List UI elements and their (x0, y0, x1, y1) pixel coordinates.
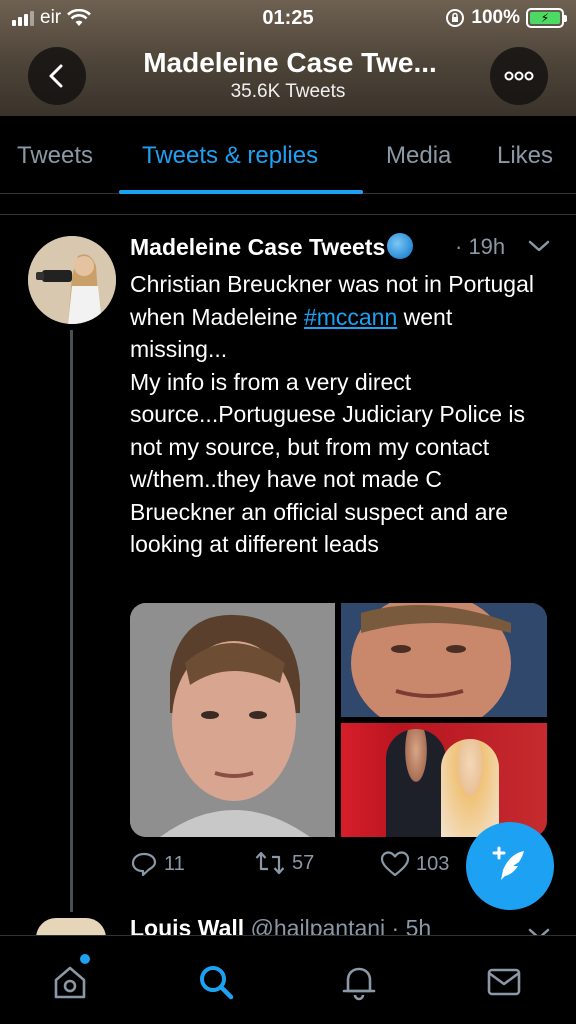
tab-tweets-and-replies[interactable]: Tweets & replies (142, 142, 318, 170)
chevron-left-icon (49, 64, 63, 88)
compose-feather-icon (492, 846, 524, 880)
next-tweet-author[interactable]: Louis Wall @hailpantani · 5h (130, 915, 431, 935)
person-1 (386, 729, 446, 837)
hashtag-link[interactable]: #mccann (304, 304, 397, 330)
profile-tabs: Tweets Tweets & replies Media Likes (0, 116, 576, 194)
retweet-button[interactable]: 57 (254, 850, 314, 876)
more-icon (504, 71, 534, 81)
home-icon (54, 966, 86, 999)
retweet-icon (255, 851, 285, 875)
tab-tweets[interactable]: Tweets (17, 142, 93, 170)
reply-button[interactable]: 11 (130, 850, 185, 878)
more-button[interactable] (490, 47, 548, 105)
tweet-text-after: went missing... My info is from a very d… (130, 303, 526, 558)
tweet-media[interactable] (130, 603, 547, 837)
back-button[interactable] (28, 47, 86, 105)
media-photo-1[interactable] (130, 603, 335, 837)
heart-icon (380, 851, 410, 877)
media-photo-3[interactable] (341, 723, 547, 837)
mail-icon (487, 968, 521, 996)
thread-line (70, 330, 73, 912)
status-right: 100% ⚡ (445, 7, 567, 29)
retweet-count: 57 (292, 851, 315, 874)
avatar[interactable] (28, 236, 116, 324)
new-tweets-dot (80, 954, 90, 964)
tweet-count: 35.6K Tweets (230, 81, 346, 102)
globe-icon (387, 233, 414, 259)
bell-icon (342, 967, 376, 1001)
closeup-image (341, 603, 547, 733)
active-tab-indicator (119, 190, 363, 194)
tweet-author-name: Madeleine Case Tweets (130, 234, 386, 260)
chevron-down-icon[interactable] (527, 238, 551, 254)
profile-header: eir 01:25 100% ⚡ Madeleine Case Twe... 3 (0, 0, 576, 116)
tweet-author[interactable]: Madeleine Case Tweets (130, 233, 414, 261)
media-photo-2[interactable] (341, 603, 547, 733)
nav-home[interactable] (48, 960, 92, 1004)
next-tweet-handle: @hailpantani (250, 915, 386, 935)
reply-count: 11 (164, 852, 185, 875)
tab-media[interactable]: Media (386, 142, 451, 170)
tweet-text: Christian Breuckner was not in Portugal … (130, 268, 550, 561)
battery-icon: ⚡ (526, 8, 567, 28)
profile-title: Madeleine Case Twe... (143, 47, 437, 78)
search-icon (200, 966, 234, 1000)
nav-notifications[interactable] (337, 960, 381, 1004)
divider (0, 214, 576, 215)
compose-tweet-button[interactable] (466, 822, 554, 910)
nav-messages[interactable] (482, 960, 526, 1004)
avatar-image (28, 236, 116, 324)
mugshot-image (130, 603, 335, 837)
next-tweet-author-name: Louis Wall (130, 915, 245, 935)
reply-icon (131, 852, 157, 877)
like-button[interactable]: 103 (380, 850, 449, 878)
battery-percent: 100% (471, 7, 520, 28)
status-bar: eir 01:25 100% ⚡ (0, 0, 576, 36)
bottom-nav (0, 935, 576, 1024)
like-count: 103 (416, 852, 450, 875)
tab-likes[interactable]: Likes (497, 142, 553, 170)
next-tweet-time: · 5h (391, 915, 432, 935)
tweet-time: · 19h (455, 234, 506, 259)
person-2 (441, 739, 499, 837)
orientation-lock-icon (446, 9, 465, 27)
nav-search[interactable] (194, 960, 238, 1004)
